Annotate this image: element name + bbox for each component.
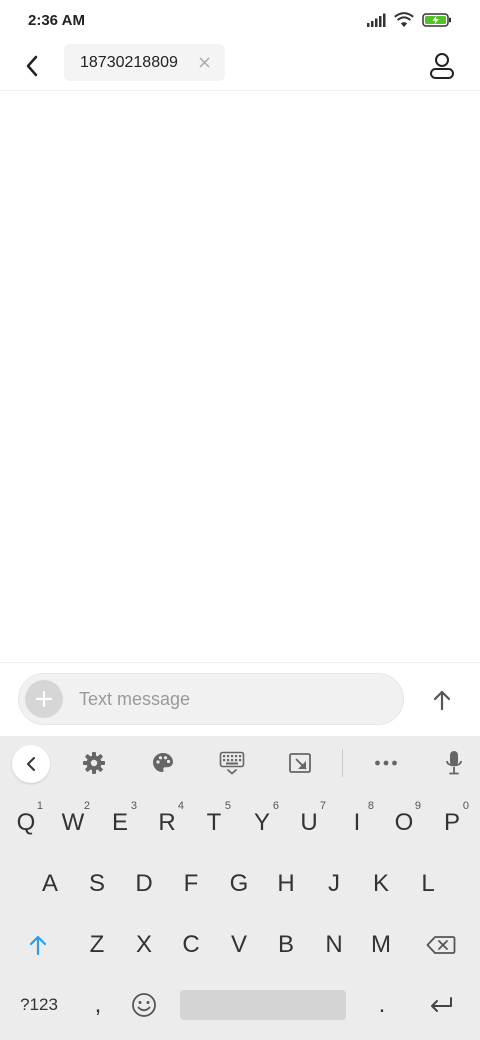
- space-key[interactable]: [180, 990, 346, 1020]
- resize-keyboard-button[interactable]: [280, 745, 320, 781]
- recipient-chip[interactable]: 18730218809: [64, 44, 225, 81]
- resize-icon: [289, 753, 311, 773]
- signal-icon: [366, 13, 386, 32]
- key-g[interactable]: G: [217, 859, 261, 909]
- battery-charging-icon: [422, 12, 452, 32]
- gear-icon: [83, 752, 105, 774]
- backspace-key[interactable]: [419, 920, 463, 970]
- key-j[interactable]: J: [312, 859, 356, 909]
- key-x[interactable]: X: [122, 920, 166, 970]
- key-p[interactable]: P 0: [430, 798, 474, 848]
- status-bar: 2:36 AM: [0, 0, 480, 44]
- key-s[interactable]: S: [75, 859, 119, 909]
- shift-key[interactable]: [16, 920, 60, 970]
- status-icons: [366, 11, 452, 33]
- comma-key[interactable]: ,: [76, 980, 120, 1030]
- key-q[interactable]: Q 1: [4, 798, 48, 848]
- more-icon: [375, 760, 397, 766]
- key-a[interactable]: A: [28, 859, 72, 909]
- key-t[interactable]: T 5: [192, 798, 236, 848]
- keyboard-toolbar: [0, 736, 480, 790]
- back-button[interactable]: [14, 48, 50, 84]
- add-contact-button[interactable]: [424, 48, 460, 84]
- toolbar-separator: [342, 749, 343, 777]
- status-time: 2:36 AM: [28, 12, 85, 29]
- composer-bar: [0, 662, 480, 737]
- composer-box: [18, 673, 404, 725]
- key-e[interactable]: E 3: [98, 798, 142, 848]
- period-key[interactable]: .: [360, 980, 404, 1030]
- enter-key[interactable]: [419, 980, 463, 1030]
- message-input[interactable]: [77, 676, 391, 722]
- key-l[interactable]: L: [406, 859, 450, 909]
- attach-button[interactable]: [25, 680, 63, 718]
- backspace-icon: [426, 936, 456, 954]
- key-m[interactable]: M: [359, 920, 403, 970]
- key-u[interactable]: U 7: [287, 798, 331, 848]
- key-w[interactable]: W 2: [51, 798, 95, 848]
- key-r[interactable]: R 4: [145, 798, 189, 848]
- key-d[interactable]: D: [122, 859, 166, 909]
- key-b[interactable]: B: [264, 920, 308, 970]
- keyboard: Q 1 W 2 E 3 R 4 T 5 Y 6 U 7 I 8 O 9 P 0 …: [0, 736, 480, 1040]
- toolbar-collapse-button[interactable]: [12, 745, 50, 783]
- palette-icon: [153, 753, 173, 772]
- clear-recipient-button[interactable]: [196, 54, 212, 70]
- wifi-icon: [394, 11, 414, 33]
- key-i[interactable]: I 8: [335, 798, 379, 848]
- key-h[interactable]: H: [264, 859, 308, 909]
- emoji-icon: [132, 993, 156, 1017]
- chevron-left-icon: [27, 757, 35, 771]
- more-options-button[interactable]: [366, 745, 406, 781]
- microphone-icon: [446, 751, 462, 775]
- key-f[interactable]: F: [169, 859, 213, 909]
- enter-icon: [431, 997, 452, 1012]
- key-v[interactable]: V: [217, 920, 261, 970]
- recipient-number: 18730218809: [80, 54, 178, 71]
- symbols-key[interactable]: ?123: [14, 980, 64, 1030]
- conversation-area: [0, 91, 480, 662]
- key-n[interactable]: N: [312, 920, 356, 970]
- key-k[interactable]: K: [359, 859, 403, 909]
- key-z[interactable]: Z: [75, 920, 119, 970]
- key-c[interactable]: C: [169, 920, 213, 970]
- person-icon: [430, 53, 454, 79]
- send-button[interactable]: [424, 685, 460, 715]
- theme-button[interactable]: [143, 745, 183, 781]
- chevron-left-icon: [26, 55, 38, 77]
- keyboard-layout-button[interactable]: [212, 745, 252, 781]
- arrow-up-icon: [433, 690, 451, 711]
- close-icon: [198, 56, 210, 68]
- emoji-key[interactable]: [122, 980, 166, 1030]
- keyboard-settings-button[interactable]: [74, 745, 114, 781]
- voice-input-button[interactable]: [434, 745, 474, 781]
- shift-icon: [29, 935, 47, 956]
- keyboard-icon: [219, 751, 245, 775]
- plus-icon: [35, 690, 53, 708]
- key-o[interactable]: O 9: [382, 798, 426, 848]
- key-y[interactable]: Y 6: [240, 798, 284, 848]
- conversation-header: 18730218809: [0, 44, 480, 91]
